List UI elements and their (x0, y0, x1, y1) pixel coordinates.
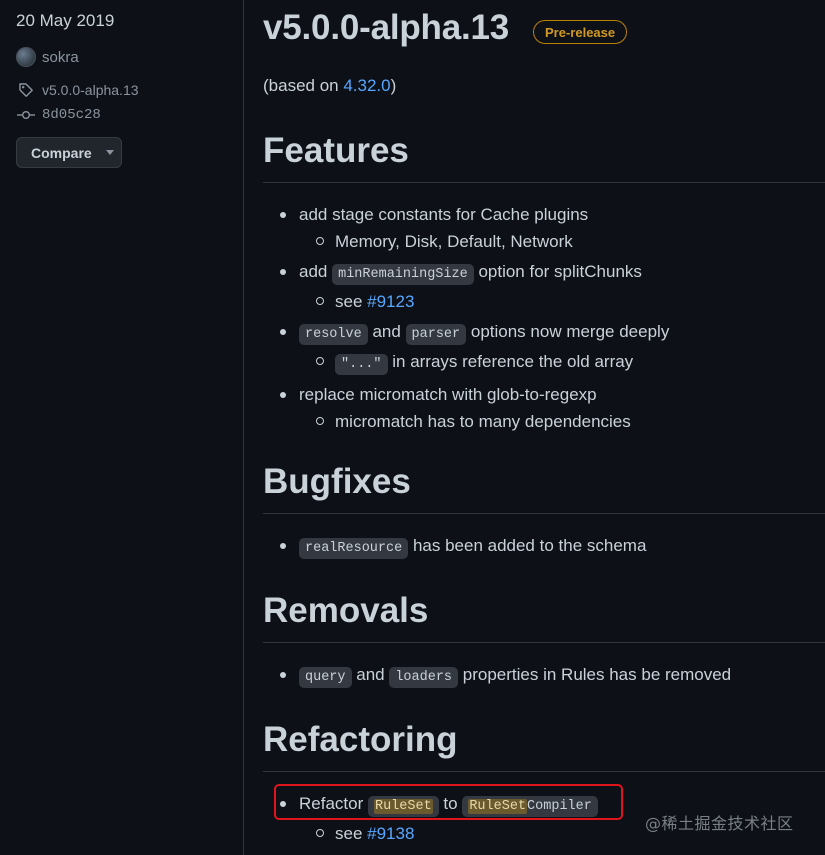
features-list: add stage constants for Cache plugins Me… (263, 201, 669, 438)
divider (263, 642, 825, 643)
list-item-text: options now merge deeply (466, 322, 670, 341)
refactoring-heading: Refactoring (263, 720, 458, 759)
inline-code: parser (405, 324, 467, 345)
list-item: resolve and parser options now merge dee… (263, 318, 669, 378)
list-item-text: option for splitChunks (473, 262, 642, 281)
inline-code: RuleSetCompiler (462, 796, 598, 817)
refactoring-list: Refactor RuleSet to RuleSetCompiler see … (263, 790, 598, 850)
list-item: replace micromatch with glob-to-regexp m… (263, 381, 669, 435)
list-subitem: micromatch has to many dependencies (299, 408, 669, 435)
list-subitem: see #9138 (299, 820, 598, 847)
list-item: add stage constants for Cache plugins Me… (263, 201, 669, 255)
watermark: @稀土掘金技术社区 (645, 814, 794, 833)
removals-list: query and loaders properties in Rules ha… (263, 661, 731, 694)
release-page: 20 May 2019 sokra v5.0.0-alpha.13 8d05c2… (0, 0, 825, 855)
list-subitem: Memory, Disk, Default, Network (299, 228, 669, 255)
issue-link[interactable]: #9123 (367, 292, 414, 311)
divider (263, 182, 825, 183)
commit-icon (16, 106, 36, 124)
features-heading: Features (263, 131, 409, 170)
list-subitem-text: see (335, 824, 368, 843)
list-item-text: and (351, 665, 390, 684)
list-item-text: add (299, 262, 333, 281)
chevron-down-icon (105, 150, 114, 155)
tag-icon (16, 81, 36, 99)
tag-name[interactable]: v5.0.0-alpha.13 (42, 82, 139, 98)
search-highlight: RuleSet (468, 799, 528, 814)
list-item: add minRemainingSize option for splitChu… (263, 258, 669, 315)
author-row[interactable]: sokra (16, 47, 79, 67)
based-suffix: ) (390, 76, 397, 95)
issue-link[interactable]: #9138 (367, 824, 414, 843)
removals-heading: Removals (263, 591, 429, 630)
divider (263, 771, 825, 772)
commit-row[interactable]: 8d05c28 (16, 106, 101, 124)
based-on-link[interactable]: 4.32.0 (343, 76, 390, 95)
release-title[interactable]: v5.0.0-alpha.13 (263, 8, 509, 48)
commit-sha[interactable]: 8d05c28 (42, 107, 101, 123)
based-prefix: (based on (263, 76, 344, 95)
inline-code: resolve (299, 324, 368, 345)
author-name[interactable]: sokra (42, 49, 79, 66)
inline-code: RuleSet (367, 796, 439, 817)
list-subitem: see #9123 (299, 288, 669, 315)
list-item-text: replace micromatch with glob-to-regexp (299, 385, 597, 404)
divider (263, 513, 825, 514)
inline-code-text: Compiler (527, 799, 592, 814)
inline-code: realResource (299, 538, 409, 559)
list-subitem-text: micromatch has to many dependencies (335, 412, 631, 431)
list-item-text: add stage constants for Cache plugins (299, 205, 589, 224)
list-subitem-text: see (335, 292, 368, 311)
list-item-text: properties in Rules has be removed (458, 665, 732, 684)
search-highlight: RuleSet (373, 799, 433, 814)
list-subitem-text: in arrays reference the old array (387, 352, 634, 371)
inline-code: query (299, 667, 352, 688)
list-item: query and loaders properties in Rules ha… (263, 661, 731, 691)
bugfixes-heading: Bugfixes (263, 462, 411, 501)
list-subitem: "..." in arrays reference the old array (299, 348, 669, 378)
list-item: Refactor RuleSet to RuleSetCompiler see … (263, 790, 598, 847)
list-item-text: and (367, 322, 406, 341)
inline-code: minRemainingSize (332, 264, 474, 285)
based-on-line: (based on 4.32.0) (263, 76, 396, 96)
list-item-text: Refactor (299, 794, 368, 813)
compare-button[interactable]: Compare (16, 137, 122, 168)
release-date: 20 May 2019 (16, 11, 115, 30)
tag-row[interactable]: v5.0.0-alpha.13 (16, 81, 139, 99)
list-item: realResource has been added to the schem… (263, 532, 646, 562)
prerelease-badge: Pre-release (533, 20, 628, 44)
list-item-text: to (438, 794, 463, 813)
bugfixes-list: realResource has been added to the schem… (263, 532, 646, 565)
inline-code: loaders (389, 667, 459, 688)
list-subitem-text: Memory, Disk, Default, Network (335, 232, 573, 251)
inline-code: "..." (335, 354, 388, 375)
release-sidebar: 20 May 2019 sokra v5.0.0-alpha.13 8d05c2… (0, 0, 244, 855)
release-body: v5.0.0-alpha.13 Pre-release (based on 4.… (244, 0, 825, 855)
list-item-text: has been added to the schema (408, 536, 647, 555)
avatar[interactable] (16, 47, 36, 67)
compare-label: Compare (31, 144, 92, 161)
